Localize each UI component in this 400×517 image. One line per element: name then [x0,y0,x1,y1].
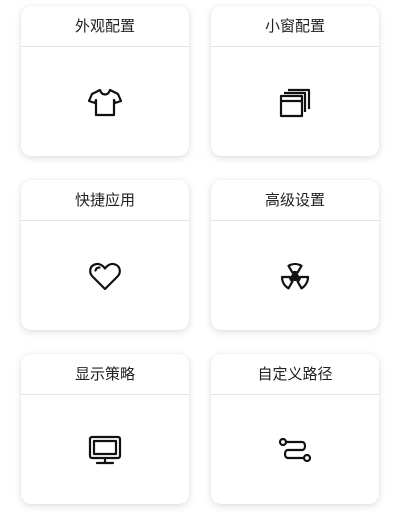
card-title: 小窗配置 [211,6,379,47]
card-display-strategy[interactable]: 显示策略 [21,354,189,504]
card-title: 快捷应用 [21,180,189,221]
card-quick-apps[interactable]: 快捷应用 [21,180,189,330]
tshirt-icon [87,84,123,120]
heart-icon [87,258,123,294]
windows-stack-icon [277,84,313,120]
card-appearance-config[interactable]: 外观配置 [21,6,189,156]
card-small-window-config[interactable]: 小窗配置 [211,6,379,156]
settings-grid: 外观配置 小窗配置 快捷应用 高级设置 显示策略 自定义路径 [0,0,400,517]
card-advanced-settings[interactable]: 高级设置 [211,180,379,330]
monitor-icon [87,432,123,468]
route-icon [277,432,313,468]
card-title: 自定义路径 [211,354,379,395]
radiation-icon [277,258,313,294]
card-title: 外观配置 [21,6,189,47]
card-title: 高级设置 [211,180,379,221]
card-title: 显示策略 [21,354,189,395]
card-custom-path[interactable]: 自定义路径 [211,354,379,504]
